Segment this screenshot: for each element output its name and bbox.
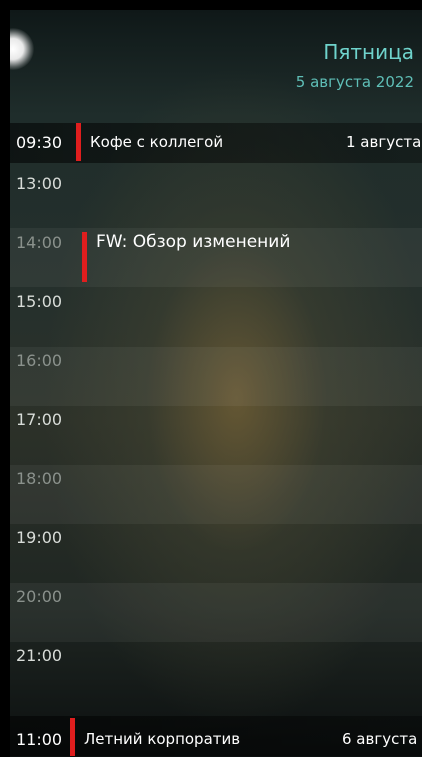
reminder-date: 6 августа — [342, 730, 418, 748]
hour-label: 21:00 — [16, 646, 63, 665]
reminder-title: Кофе с коллегой — [90, 133, 224, 151]
reminder-date-clip: 1 августа — [340, 133, 422, 155]
hour-label: 14:00 — [16, 233, 63, 252]
hour-row-band — [10, 465, 422, 524]
reminder-strip-bottom[interactable]: 11:00 Летний корпоратив 6 августа — [10, 716, 422, 756]
weekday-title: Пятница — [323, 40, 414, 64]
event-color-bar — [76, 123, 81, 161]
reminder-title: Летний корпоратив — [84, 730, 241, 748]
event-title: FW: Обзор изменений — [96, 232, 291, 252]
hour-label: 15:00 — [16, 292, 63, 311]
hour-label: 19:00 — [16, 528, 63, 547]
reminder-date: 1 августа — [346, 133, 422, 151]
hour-label: 18:00 — [16, 469, 63, 488]
hour-label: 16:00 — [16, 351, 63, 370]
event-color-bar — [70, 718, 75, 756]
reminder-date-clip: 6 августа — [336, 730, 422, 752]
reminder-time: 11:00 — [16, 730, 63, 749]
reminder-strip-top[interactable]: 09:30 Кофе с коллегой 1 августа — [10, 123, 422, 163]
hour-label: 17:00 — [16, 410, 63, 429]
hour-label: 13:00 — [16, 174, 63, 193]
calendar-event[interactable]: FW: Обзор изменений — [70, 228, 422, 284]
hour-label: 20:00 — [16, 587, 63, 606]
calendar-day-screen: Пятница 5 августа 2022 09:30 Кофе с колл… — [10, 10, 422, 757]
event-color-bar — [82, 232, 87, 282]
hour-row-band — [10, 347, 422, 406]
hour-row-band — [10, 583, 422, 642]
light-glow-icon — [10, 28, 34, 70]
header-date: 5 августа 2022 — [295, 73, 414, 91]
reminder-time: 09:30 — [16, 133, 63, 152]
